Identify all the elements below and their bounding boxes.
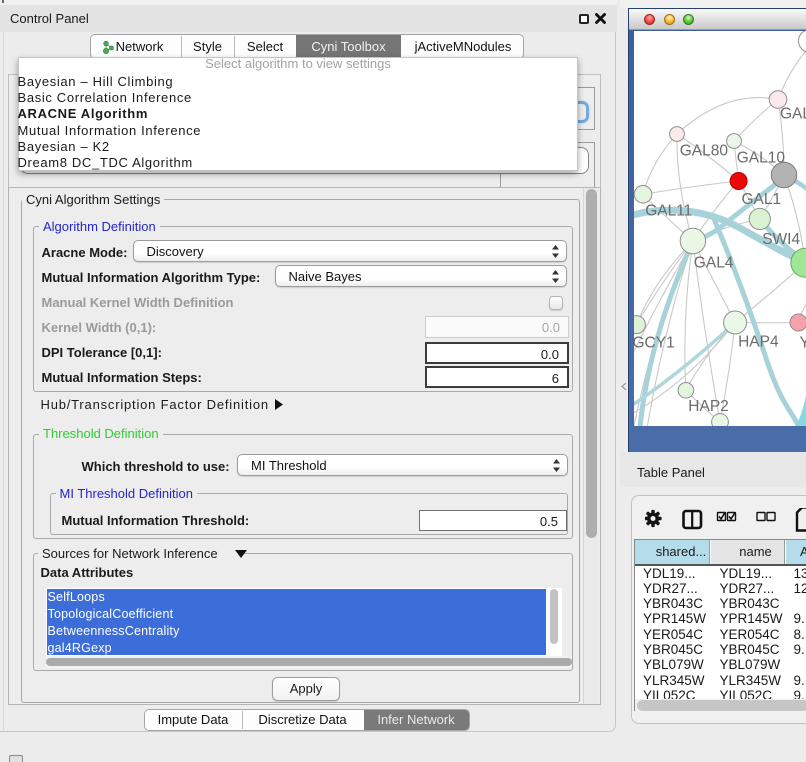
svg-text:HAP2: HAP2 xyxy=(688,397,729,414)
svg-text:HAP4: HAP4 xyxy=(738,333,779,350)
svg-text:GAL1: GAL1 xyxy=(742,191,782,208)
svg-text:GAL11: GAL11 xyxy=(645,202,692,219)
svg-text:GAL: GAL xyxy=(780,105,806,122)
svg-text:GAL10: GAL10 xyxy=(737,149,786,166)
svg-text:GAL4: GAL4 xyxy=(694,254,734,271)
svg-text:GCY1: GCY1 xyxy=(634,334,675,351)
svg-text:Y: Y xyxy=(800,334,806,351)
svg-text:SWI4: SWI4 xyxy=(762,231,800,248)
svg-text:GAL80: GAL80 xyxy=(680,142,729,159)
